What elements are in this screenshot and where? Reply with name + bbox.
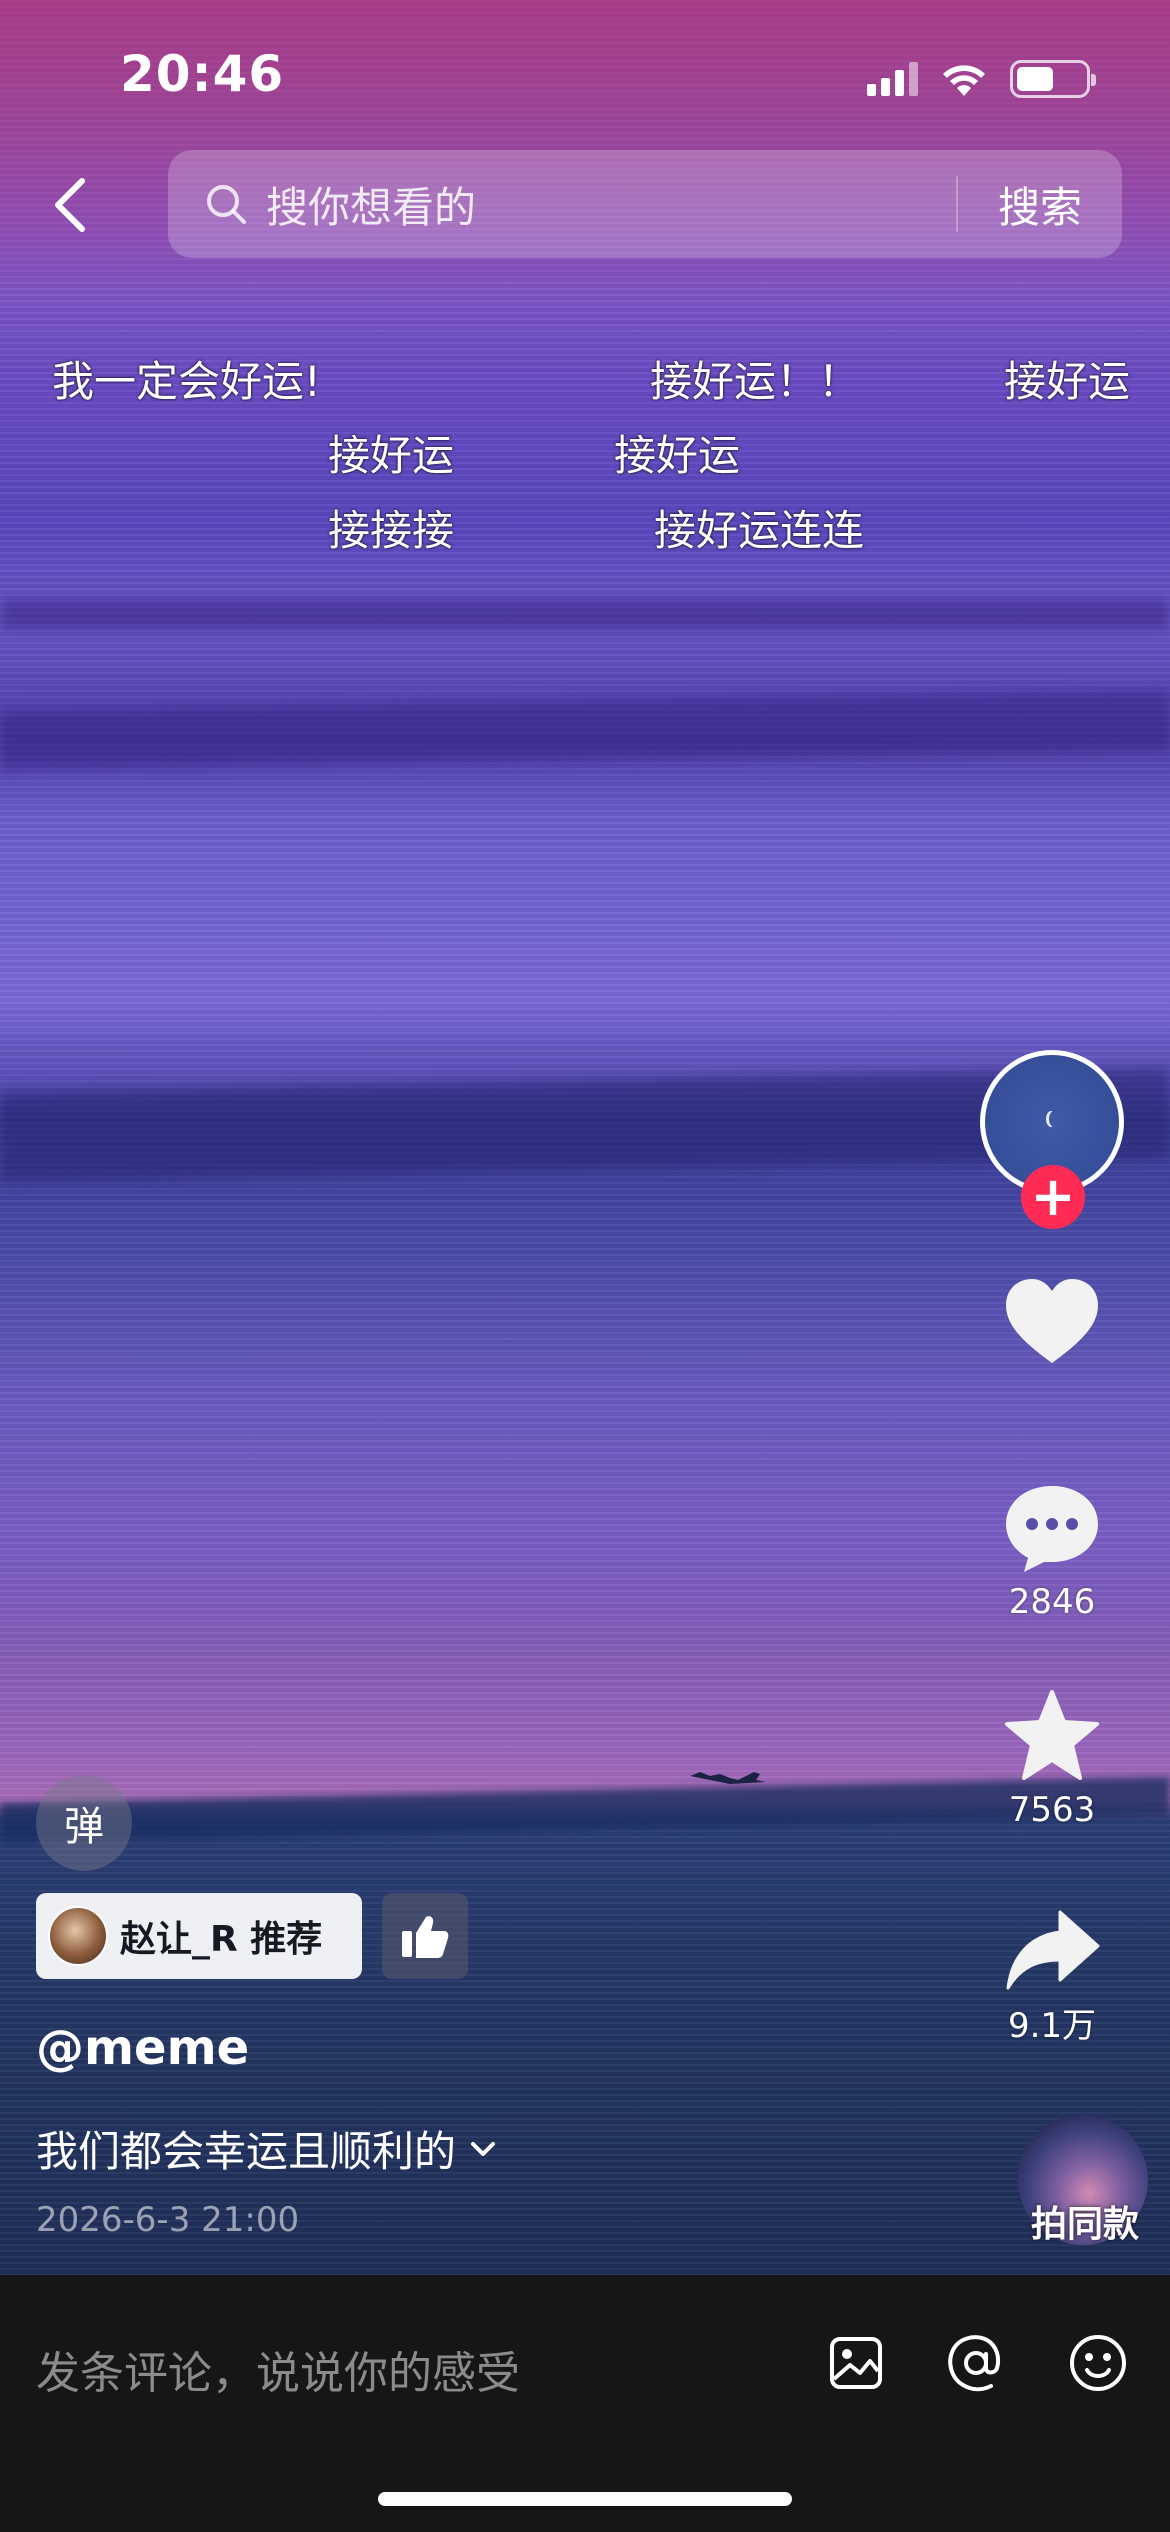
recommend-like-button[interactable] [382,1893,468,1979]
moon-icon [1049,1111,1059,1127]
heart-icon [1006,1279,1098,1363]
home-indicator[interactable] [378,2492,792,2506]
danmaku-comment: 接好运 [1004,357,1131,406]
search-bar[interactable]: 搜你想看的 搜索 [168,150,1122,258]
danmaku-comment: 我一定会好运! [52,357,321,406]
cellular-signal-icon [867,62,918,96]
comment-count: 2846 [1008,1582,1096,1622]
comment-input[interactable]: 发条评论，说说你的感受 [36,2337,520,2401]
danmaku-toggle-button[interactable]: 弹 [36,1775,132,1871]
image-picker-button[interactable] [822,2329,890,2397]
danmaku-comment: 接接接 [328,506,455,555]
search-button[interactable]: 搜索 [958,174,1122,235]
status-time: 20:46 [120,45,285,103]
use-sound-label[interactable]: 拍同款 [1010,2195,1160,2247]
emoji-button[interactable] [1064,2329,1132,2397]
share-button[interactable]: 9.1万 [970,1908,1134,2047]
like-button[interactable] [970,1275,1134,1371]
danmaku-comment: 接好运 [614,431,741,480]
recommend-chip[interactable]: 赵让_R 推荐 [36,1893,362,1979]
recommend-label: 推荐 [250,1919,323,1960]
wave-band [0,600,1170,630]
favorite-button[interactable]: 7563 [970,1688,1134,1830]
search-icon [204,182,248,226]
image-icon [830,2337,882,2389]
surfer-silhouette [690,1772,766,1784]
back-button[interactable] [40,165,100,245]
danmaku-comment: 接好运连连 [654,506,865,555]
danmaku-toggle-label: 弹 [64,1804,104,1850]
search-input[interactable]: 搜你想看的 [266,174,956,235]
plus-icon: + [1030,1165,1076,1228]
wave-band [0,689,1170,771]
at-sign-icon [948,2335,1001,2392]
share-arrow-icon [1006,1910,1100,1990]
recommend-text: 赵让_R 推荐 [120,1910,322,1962]
post-date: 2026-6-3 21:00 [36,2200,300,2240]
danmaku-comment: 接好运！！ [650,357,861,406]
comment-icon [1006,1486,1098,1572]
thumbs-up-icon [402,1916,449,1958]
recommender-avatar [48,1906,108,1966]
chevron-down-icon[interactable] [468,2139,498,2159]
danmaku-comment: 接好运 [328,431,455,480]
recommender-name: 赵让_R [120,1919,238,1960]
favorite-count: 7563 [1008,1790,1096,1830]
video-caption[interactable]: 我们都会幸运且顺利的 [36,2118,498,2179]
follow-button[interactable]: + [1021,1165,1085,1229]
mention-button[interactable] [942,2329,1010,2397]
share-count: 9.1万 [1007,2006,1097,2046]
wifi-icon [943,65,985,96]
chevron-left-icon [55,178,85,232]
star-icon [1005,1690,1099,1780]
battery-icon [1010,60,1096,98]
emoji-smile-icon [1070,2335,1126,2391]
comment-button[interactable]: 2846 [970,1480,1134,1622]
author-handle[interactable]: @meme [36,2020,249,2076]
caption-text: 我们都会幸运且顺利的 [36,2127,457,2176]
status-icons [867,54,1096,104]
